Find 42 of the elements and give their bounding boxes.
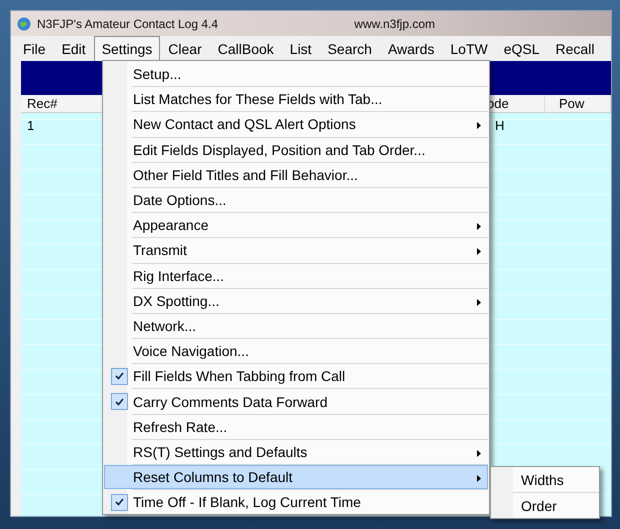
menu-item[interactable]: Recall	[548, 36, 602, 61]
menu-item[interactable]: Clear	[160, 36, 210, 61]
menu-item[interactable]: Edit	[54, 36, 94, 61]
menu-option[interactable]: Rig Interface...	[104, 264, 488, 288]
window-title: N3FJP's Amateur Contact Log 4.4	[37, 16, 218, 30]
menu-item[interactable]: File	[15, 36, 54, 61]
menu-option[interactable]: Transmit	[104, 238, 488, 262]
menu-item[interactable]: Awards	[380, 36, 442, 61]
menu-option[interactable]: Other Field Titles and Fill Behavior...	[104, 162, 488, 187]
submenu-arrow-icon	[477, 298, 481, 306]
menu-option[interactable]: Reset Columns to Default	[104, 465, 488, 490]
menu-option[interactable]: Time Off - If Blank, Log Current Time	[104, 490, 488, 514]
menu-option[interactable]: Carry Comments Data Forward	[104, 389, 488, 414]
menu-option[interactable]: Refresh Rate...	[104, 414, 488, 439]
globe-icon	[17, 16, 31, 30]
menu-item[interactable]: CallBook	[210, 36, 282, 61]
submenu-arrow-icon	[477, 122, 481, 130]
menu-option[interactable]: Setup...	[104, 62, 488, 86]
submenu-arrow-icon	[477, 223, 481, 230]
menu-item[interactable]: LoTW	[442, 36, 496, 61]
menu-option[interactable]: Widths	[491, 467, 599, 492]
submenu-arrow-icon	[477, 248, 481, 256]
menu-option[interactable]: Fill Fields When Tabbing from Call	[104, 364, 488, 388]
check-icon	[110, 393, 128, 410]
menu-item[interactable]: Search	[320, 36, 380, 61]
menu-item[interactable]: Settings	[94, 36, 160, 61]
menu-item[interactable]: eQSL	[496, 36, 548, 61]
website-address: www.n3fjp.com	[354, 16, 435, 30]
menu-option[interactable]: Network...	[104, 314, 488, 338]
menu-option[interactable]: RS(T) Settings and Defaults	[104, 440, 488, 464]
menu-option[interactable]: Date Options...	[104, 188, 488, 212]
submenu-arrow-icon	[477, 475, 481, 482]
check-icon	[110, 494, 128, 511]
menu-option[interactable]: DX Spotting...	[104, 288, 488, 313]
check-icon	[110, 368, 128, 385]
menu-option[interactable]: Edit Fields Displayed, Position and Tab Order...	[104, 138, 488, 162]
menu-item[interactable]: List	[282, 36, 320, 61]
menu-option[interactable]: Order	[491, 493, 599, 518]
column-header[interactable]: Pow	[545, 95, 611, 113]
menu-option[interactable]: Voice Navigation...	[104, 339, 488, 364]
menu-option[interactable]: Appearance	[104, 213, 488, 238]
submenu-arrow-icon	[477, 450, 481, 457]
